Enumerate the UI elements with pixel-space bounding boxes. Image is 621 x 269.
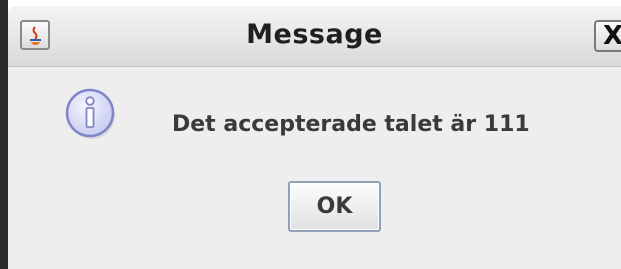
close-icon: X [603,21,621,51]
ok-button[interactable]: OK [288,181,381,232]
information-icon [64,87,118,141]
close-button[interactable]: X [594,20,621,52]
dialog-message: Det accepterade talet är 111 [172,112,530,137]
window-title: Message [246,19,383,50]
message-dialog: Message X Det accepterade talet är 111 O… [0,0,621,269]
dialog-content: Det accepterade talet är 111 OK [8,67,621,269]
title-bar[interactable]: Message X [8,6,621,67]
